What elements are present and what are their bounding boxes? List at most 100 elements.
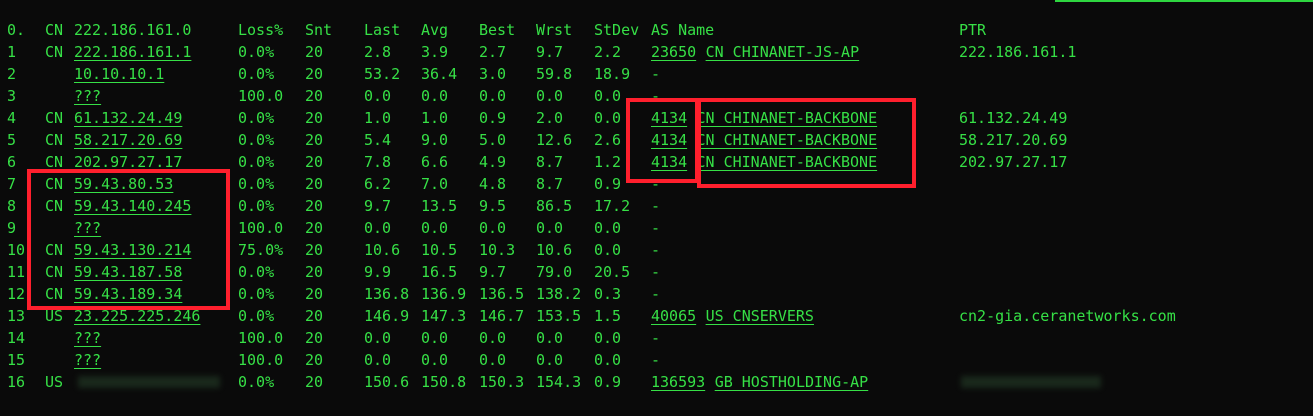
- cell-last: 5.4: [364, 131, 392, 149]
- cell-stdev: 0.3: [594, 285, 622, 303]
- cell-ptr: 202.97.27.17: [959, 153, 1068, 171]
- header-last: Last: [364, 21, 401, 39]
- cell-host[interactable]: ???: [74, 85, 101, 107]
- cell-snt: 20: [305, 285, 324, 303]
- cell-ptr: cn2-gia.ceranetworks.com: [959, 307, 1176, 325]
- header-ptr: PTR: [959, 21, 987, 39]
- cell-hop: 11: [7, 263, 26, 281]
- cell-last: 0.0: [364, 87, 392, 105]
- cell-loss: 100.0: [238, 329, 284, 347]
- cell-avg: 1.0: [421, 109, 449, 127]
- cell-asn[interactable]: 136593: [651, 371, 705, 393]
- header-avg: Avg: [421, 21, 449, 39]
- cell-last: 6.2: [364, 175, 392, 193]
- cell-hop: 5: [7, 131, 17, 149]
- cell-host[interactable]: 222.186.161.1: [74, 41, 191, 63]
- cell-wrst: 138.2: [536, 285, 582, 303]
- cell-stdev: 0.0: [594, 87, 622, 105]
- cell-stdev: 0.0: [594, 109, 622, 127]
- cell-avg: 147.3: [421, 307, 467, 325]
- cell-cc: CN: [45, 43, 64, 61]
- cell-asname[interactable]: CN CHINANET-JS-AP: [706, 41, 860, 63]
- cell-best: 0.0: [479, 219, 507, 237]
- cell-wrst: 0.0: [536, 329, 564, 347]
- cell-best: 2.7: [479, 43, 507, 61]
- cell-asn[interactable]: 23650: [651, 41, 696, 63]
- hop-row: 1 CN 222.186.161.1 0.0% 20 2.8 3.9 2.7 9.7 2.2 236…: [0, 41, 1313, 63]
- cell-avg: 136.9: [421, 285, 467, 303]
- cell-hop: 12: [7, 285, 26, 303]
- cell-snt: 20: [305, 131, 324, 149]
- cell-wrst: 0.0: [536, 219, 564, 237]
- cell-last: 1.0: [364, 109, 392, 127]
- cell-asn: -: [651, 241, 661, 259]
- header-cc: CN: [45, 21, 64, 39]
- cell-last: 53.2: [364, 65, 401, 83]
- cell-stdev: 0.0: [594, 351, 622, 369]
- redacted-ptr: [961, 376, 1101, 388]
- cell-host[interactable]: 10.10.10.1: [74, 63, 164, 85]
- cell-avg: 6.6: [421, 153, 449, 171]
- cell-host[interactable]: ???: [74, 349, 101, 371]
- cell-hop: 3: [7, 87, 17, 105]
- cell-host[interactable]: 61.132.24.49: [74, 107, 182, 129]
- header-best: Best: [479, 21, 516, 39]
- cell-last: 7.8: [364, 153, 392, 171]
- cell-snt: 20: [305, 109, 324, 127]
- cell-wrst: 2.0: [536, 109, 564, 127]
- hop-row: 14??? 100.0 20 0.0 0.0 0.0 0.0 0.0 -: [0, 327, 1313, 349]
- highlight-box-hosts: [27, 169, 230, 310]
- cell-wrst: 8.7: [536, 175, 564, 193]
- cell-last: 0.0: [364, 329, 392, 347]
- cell-wrst: 0.0: [536, 87, 564, 105]
- cell-stdev: 20.5: [594, 263, 631, 281]
- header-hop: 0.: [7, 21, 26, 39]
- cell-snt: 20: [305, 43, 324, 61]
- cell-snt: 20: [305, 307, 324, 325]
- header-row: 0. CN 222.186.161.0 Loss% Snt Last Avg B…: [0, 19, 1313, 41]
- cell-wrst: 8.7: [536, 153, 564, 171]
- cell-best: 5.0: [479, 131, 507, 149]
- cell-hop: 7: [7, 175, 17, 193]
- cell-stdev: 1.5: [594, 307, 622, 325]
- cell-hop: 16: [7, 373, 26, 391]
- cell-host[interactable]: ???: [74, 327, 101, 349]
- cell-avg: 3.9: [421, 43, 449, 61]
- header-loss: Loss%: [238, 21, 284, 39]
- cell-hop: 10: [7, 241, 26, 259]
- cell-last: 0.0: [364, 219, 392, 237]
- cell-best: 146.7: [479, 307, 525, 325]
- cell-hop: 8: [7, 197, 17, 215]
- cell-best: 150.3: [479, 373, 525, 391]
- cell-asn: -: [651, 285, 661, 303]
- cell-stdev: 0.9: [594, 373, 622, 391]
- cell-loss: 75.0%: [238, 241, 284, 259]
- cell-loss: 100.0: [238, 87, 284, 105]
- cell-loss: 0.0%: [238, 263, 275, 281]
- cell-cc: US: [45, 373, 64, 391]
- cell-ptr: 58.217.20.69: [959, 131, 1068, 149]
- cell-asname[interactable]: GB HOSTHOLDING-AP: [715, 371, 869, 393]
- cell-avg: 10.5: [421, 241, 458, 259]
- cell-avg: 150.8: [421, 373, 467, 391]
- cell-host[interactable]: 58.217.20.69: [74, 129, 182, 151]
- cell-loss: 100.0: [238, 351, 284, 369]
- cell-snt: 20: [305, 329, 324, 347]
- cell-best: 4.9: [479, 153, 507, 171]
- cell-last: 150.6: [364, 373, 410, 391]
- cell-loss: 0.0%: [238, 197, 275, 215]
- cell-asn[interactable]: 40065: [651, 305, 696, 327]
- cell-loss: 0.0%: [238, 109, 275, 127]
- cell-stdev: 0.0: [594, 329, 622, 347]
- cell-avg: 16.5: [421, 263, 458, 281]
- cell-last: 9.9: [364, 263, 392, 281]
- cell-best: 10.3: [479, 241, 516, 259]
- cell-snt: 20: [305, 219, 324, 237]
- cell-asn: -: [651, 263, 661, 281]
- cell-loss: 0.0%: [238, 43, 275, 61]
- cell-hop: 4: [7, 109, 17, 127]
- cell-asname[interactable]: US CNSERVERS: [706, 305, 814, 327]
- cell-wrst: 59.8: [536, 65, 573, 83]
- cell-stdev: 1.2: [594, 153, 622, 171]
- cell-best: 9.5: [479, 197, 507, 215]
